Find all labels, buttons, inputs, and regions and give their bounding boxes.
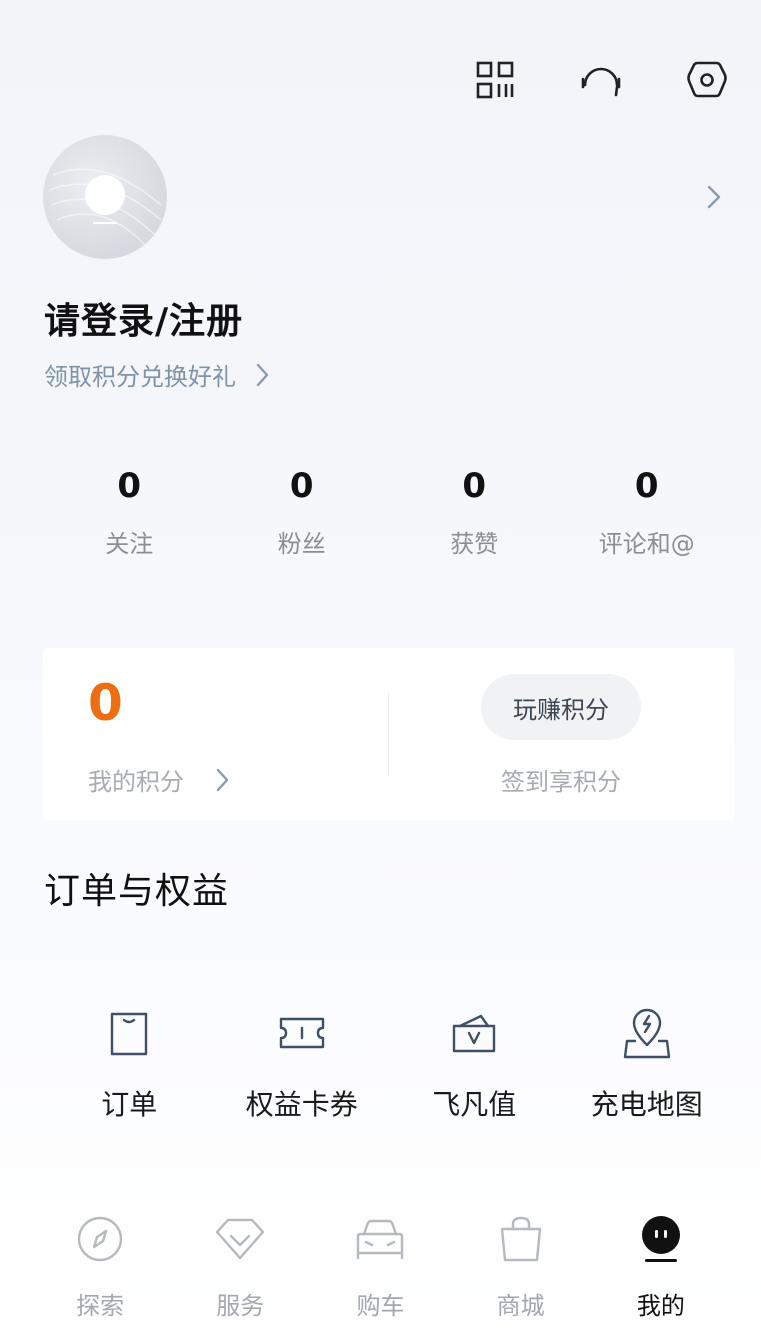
tab-mine[interactable]: 我的 [621, 1212, 701, 1331]
charging-map-icon [617, 1003, 677, 1063]
rights-label: 充电地图 [590, 1088, 703, 1121]
coupon-icon [272, 1003, 332, 1063]
stat-value: 0 [634, 466, 659, 506]
stat-value: 0 [117, 466, 142, 506]
tab-buy-car[interactable]: 购车 [340, 1212, 420, 1331]
orders-rights-grid: 订单 权益卡券 飞凡值 充电地图 [43, 1003, 733, 1123]
rights-item-coupons[interactable]: 权益卡券 [216, 1003, 389, 1123]
tab-label: 我的 [636, 1292, 685, 1320]
stat-followers[interactable]: 0 粉丝 [216, 466, 389, 559]
points-redeem-label: 领取积分兑换好礼 [44, 363, 236, 391]
car-icon [353, 1212, 407, 1266]
stat-label: 获赞 [450, 530, 499, 558]
login-register-link[interactable]: 请登录/注册 [44, 292, 243, 344]
stats-row: 0 关注 0 粉丝 0 获赞 0 评论和@ [43, 466, 733, 559]
stat-label: 评论和@ [598, 530, 695, 558]
headset-icon[interactable] [579, 58, 623, 102]
stat-label: 关注 [105, 530, 154, 558]
tab-label: 服务 [216, 1292, 265, 1320]
chevron-right-icon [216, 768, 229, 791]
rights-label: 权益卡券 [245, 1088, 358, 1121]
my-points-value[interactable]: 0 [88, 674, 123, 732]
stat-value: 0 [289, 466, 314, 506]
my-points-link[interactable]: 我的积分 [88, 762, 230, 797]
rights-item-charging-map[interactable]: 充电地图 [561, 1003, 734, 1123]
points-redeem-link[interactable]: 领取积分兑换好礼 [44, 357, 270, 392]
rights-label: 订单 [101, 1088, 158, 1121]
tab-service[interactable]: 服务 [200, 1212, 280, 1331]
tab-label: 探索 [76, 1292, 125, 1320]
avatar[interactable] [43, 135, 167, 259]
rights-label: 飞凡值 [432, 1088, 517, 1121]
chevron-right-icon [256, 363, 269, 386]
service-diamond-icon [213, 1212, 267, 1266]
stat-following[interactable]: 0 关注 [43, 466, 216, 559]
tab-label: 商城 [496, 1292, 545, 1320]
points-card: 0 我的积分 玩赚积分 签到享积分 [43, 648, 734, 820]
earn-points-button[interactable]: 玩赚积分 [481, 674, 641, 740]
order-bag-icon [99, 1003, 159, 1063]
shopping-bag-icon [494, 1212, 548, 1266]
settings-icon[interactable] [685, 58, 729, 102]
tab-label: 购车 [356, 1292, 405, 1320]
divider [388, 692, 389, 776]
profile-face-icon [634, 1212, 688, 1266]
header-actions [473, 58, 729, 102]
signin-points-label: 签到享积分 [501, 768, 621, 796]
stat-comments[interactable]: 0 评论和@ [561, 466, 734, 559]
section-title: 订单与权益 [44, 871, 230, 912]
wallet-icon [444, 1003, 504, 1063]
compass-icon [73, 1212, 127, 1266]
stat-label: 粉丝 [277, 530, 326, 558]
qr-code-icon[interactable] [473, 58, 517, 102]
tab-mall[interactable]: 商城 [481, 1212, 561, 1331]
stat-likes[interactable]: 0 获赞 [388, 466, 561, 559]
tab-explore[interactable]: 探索 [60, 1212, 140, 1331]
chevron-right-icon[interactable] [701, 182, 725, 212]
stat-value: 0 [462, 466, 487, 506]
rights-item-feifan-value[interactable]: 飞凡值 [388, 1003, 561, 1123]
my-points-label: 我的积分 [88, 768, 184, 796]
rights-item-orders[interactable]: 订单 [43, 1003, 216, 1123]
bottom-tab-bar: 探索 服务 购车 商城 我的 [0, 1212, 761, 1331]
